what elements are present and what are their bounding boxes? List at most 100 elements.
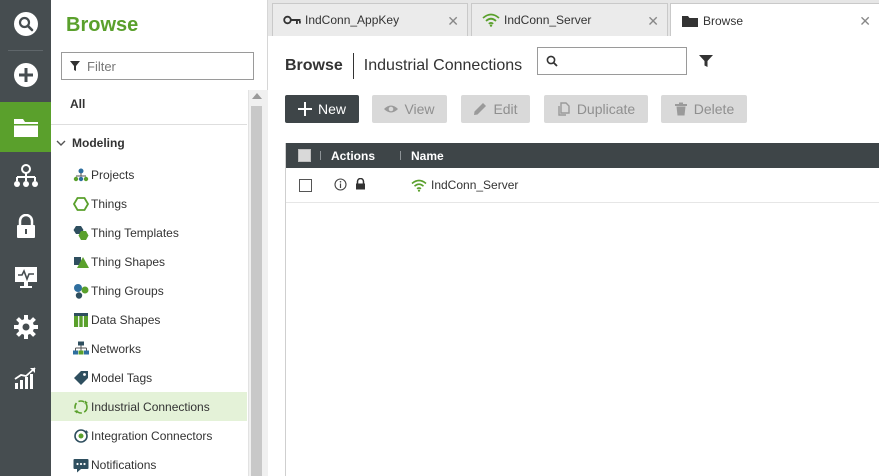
new-button[interactable]: New [285,95,359,123]
rail-monitoring-button[interactable] [0,253,51,301]
search-field[interactable] [537,47,687,75]
sidebar-item-label: Model Tags [91,370,153,385]
column-header-actions[interactable]: Actions [331,149,375,163]
sidebar-item-label: Industrial Connections [91,399,210,414]
row-checkbox[interactable] [299,179,312,192]
sidebar-filter[interactable] [61,52,254,80]
sidebar-item-model-tags[interactable]: Model Tags [51,363,247,392]
rail-settings-button[interactable] [0,303,51,351]
search-input[interactable] [562,53,682,69]
sidebar-item-label: Projects [91,167,135,182]
breadcrumb-divider [352,53,354,79]
sidebar-item-industrial-connections[interactable]: Industrial Connections [51,392,247,421]
sidebar-scrollbar[interactable] [248,90,268,476]
sidebar-divider [51,124,247,125]
sidebar-item-label: Networks [91,341,142,356]
sidebar-item-label: Integration Connectors [91,428,213,443]
sidebar-item-thing-shapes[interactable]: Thing Shapes [51,247,247,276]
sidebar-item-things[interactable]: Things [51,189,247,218]
duplicate-button-label: Duplicate [576,101,636,117]
thing-shapes-icon [74,256,89,268]
analytics-icon [14,367,36,389]
filter-input[interactable] [87,58,237,74]
model-tags-icon [74,370,88,385]
edit-button[interactable]: Edit [461,95,530,123]
close-icon[interactable]: ✕ [859,13,871,30]
rail-search-button[interactable] [0,0,51,48]
sidebar-item-networks[interactable]: Networks [51,334,247,363]
results-table: Actions Name IndConn_Server [285,143,879,476]
sidebar-item-data-shapes[interactable]: Data Shapes [51,305,247,334]
search-icon [546,55,558,67]
plus-circle-icon [13,63,38,87]
tab-browse[interactable]: Browse ✕ [670,3,879,37]
breadcrumb-root[interactable]: Browse [285,57,343,75]
column-header-name[interactable]: Name [411,149,444,163]
filter-icon[interactable] [699,54,713,68]
info-icon[interactable] [334,178,347,191]
networks-icon [73,341,89,354]
rail-browse-button[interactable] [0,102,51,152]
hierarchy-icon [13,164,38,187]
tab-label: IndConn_AppKey [305,13,400,27]
rail-hierarchy-button[interactable] [0,152,51,200]
sidebar-item-label: Data Shapes [91,312,161,327]
rail-analytics-button[interactable] [0,354,51,402]
table-row[interactable]: IndConn_Server [286,168,879,203]
delete-button-label: Delete [693,101,735,117]
wifi-icon [482,13,500,27]
thing-templates-icon [73,225,89,240]
row-name-cell[interactable]: IndConn_Server [411,178,518,192]
delete-button[interactable]: Delete [661,95,747,123]
sidebar-item-integration-connectors[interactable]: Integration Connectors [51,421,247,450]
sidebar-item-all[interactable]: All [70,97,85,111]
tab-indconn-server[interactable]: IndConn_Server ✕ [471,3,668,36]
row-name-text: IndConn_Server [431,178,519,192]
sidebar-title: Browse [66,14,139,36]
industrial-connections-icon [74,399,88,414]
funnel-icon [70,61,80,71]
sidebar-item-projects[interactable]: Projects [51,160,247,189]
tab-bar: IndConn_AppKey ✕ IndConn_Server ✕ Browse… [268,0,879,37]
data-shapes-icon [74,312,88,327]
tab-label: Browse [703,13,744,28]
close-icon[interactable]: ✕ [647,13,659,30]
folder-icon [682,15,698,27]
pencil-icon [474,103,487,115]
sidebar-item-thing-groups[interactable]: Thing Groups [51,276,247,305]
duplicate-icon [558,102,570,116]
view-button[interactable]: View [372,95,447,123]
view-button-label: View [404,101,435,117]
chevron-down-icon [56,140,66,146]
table-header: Actions Name [286,143,879,168]
scrollbar-thumb[interactable] [251,106,262,476]
tab-indconn-appkey[interactable]: IndConn_AppKey ✕ [272,3,468,36]
search-icon [13,12,38,36]
monitor-icon [14,267,37,288]
sidebar-item-label: Thing Groups [91,283,164,298]
wifi-icon [411,179,427,192]
rail-security-button[interactable] [0,203,51,251]
plus-icon [297,102,312,116]
lock-icon [16,214,35,238]
scroll-up-icon[interactable] [252,93,262,99]
rail-new-button[interactable] [0,51,51,99]
select-all-checkbox[interactable] [298,149,311,162]
tab-label: IndConn_Server [504,13,592,27]
sidebar-item-label: Things [91,196,128,211]
folder-icon [13,119,38,137]
sidebar-item-notifications[interactable]: Notifications [51,450,247,476]
key-icon [283,15,301,25]
lock-icon[interactable] [355,178,366,190]
page-title: Industrial Connections [363,57,523,74]
close-icon[interactable]: ✕ [447,13,459,30]
duplicate-button[interactable]: Duplicate [544,95,648,123]
column-divider [320,151,321,160]
trash-icon [674,102,687,116]
breadcrumb: Browse Industrial Connections [285,53,522,79]
sidebar-item-thing-templates[interactable]: Thing Templates [51,218,247,247]
sidebar-group-label: Modeling [72,136,125,150]
edit-button-label: Edit [493,101,518,117]
sidebar-item-label: Thing Shapes [91,254,166,269]
sidebar-group-modeling[interactable]: Modeling [56,136,125,150]
